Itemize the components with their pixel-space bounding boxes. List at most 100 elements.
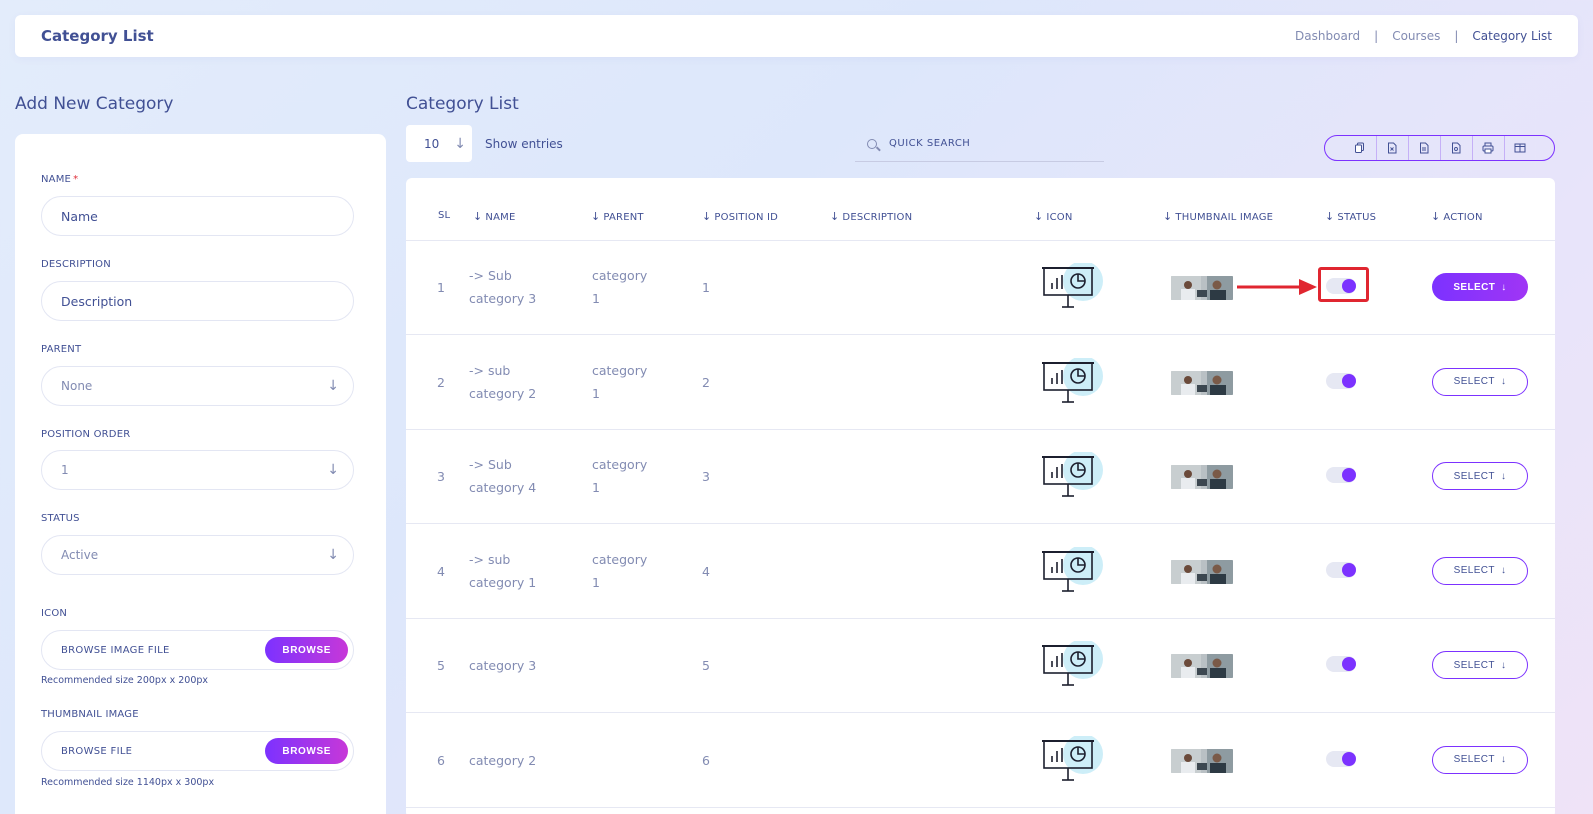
select-label: SELECT — [1453, 565, 1495, 576]
row-parent-line2: 1 — [592, 385, 600, 401]
thumbnail-file-input[interactable]: BROWSE FILE BROWSE — [41, 731, 354, 771]
sort-arrow-icon: ↓ — [1034, 210, 1044, 223]
row-name-line1: category 2 — [469, 752, 537, 768]
thumbnail-file-text: BROWSE FILE — [61, 745, 133, 757]
status-toggle[interactable] — [1326, 656, 1356, 672]
row-parent-line2: 1 — [592, 291, 600, 306]
thumbnail-image — [1171, 276, 1233, 300]
csv-icon[interactable] — [1407, 136, 1440, 160]
row-parent-line1: category — [592, 457, 648, 472]
add-category-heading: Add New Category — [15, 94, 174, 114]
thumbnail-image — [1171, 370, 1233, 395]
column-description[interactable]: ↓ DESCRIPTION — [830, 210, 912, 223]
entries-value: 10 — [424, 136, 440, 151]
status-toggle[interactable] — [1326, 372, 1356, 389]
thumbnail-image — [1171, 465, 1233, 489]
row-sl: 3 — [437, 469, 445, 484]
row-position-id: 2 — [702, 374, 710, 390]
thumbnail-image — [1171, 559, 1233, 584]
column-icon[interactable]: ↓ ICON — [1034, 210, 1073, 223]
chevron-down-icon: ↓ — [327, 462, 339, 478]
pdf-icon[interactable] — [1439, 136, 1472, 160]
row-sl: 5 — [437, 658, 445, 673]
excel-icon[interactable] — [1375, 136, 1408, 160]
column-thumbnail-image[interactable]: ↓ THUMBNAIL IMAGE — [1163, 210, 1273, 223]
icon-browse-button[interactable]: BROWSE — [265, 637, 348, 663]
breadcrumb-dashboard[interactable]: Dashboard — [1295, 29, 1360, 43]
row-position-id: 1 — [702, 280, 710, 295]
column-name[interactable]: ↓ NAME — [473, 210, 516, 223]
select-action-button[interactable]: SELECT ↓ — [1432, 556, 1528, 585]
chevron-down-icon: ↓ — [1500, 376, 1507, 387]
row-parent-line2: 1 — [592, 574, 600, 590]
row-sl: 2 — [437, 374, 445, 390]
copy-icon[interactable] — [1344, 136, 1376, 160]
presentation-chart-icon — [1041, 261, 1103, 313]
columns-icon[interactable] — [1503, 136, 1536, 160]
export-buttons — [1324, 135, 1555, 161]
sort-arrow-icon: ↓ — [591, 210, 601, 223]
select-label: SELECT — [1453, 470, 1495, 482]
chevron-down-icon: ↓ — [454, 135, 466, 152]
show-entries-label: Show entries — [485, 137, 563, 151]
presentation-chart-icon — [1041, 639, 1103, 691]
row-name-line2: category 3 — [469, 291, 537, 306]
select-action-button[interactable]: SELECT ↓ — [1432, 273, 1528, 301]
name-label: NAME * — [41, 174, 79, 185]
search-placeholder: QUICK SEARCH — [889, 138, 971, 149]
toggle-knob — [1342, 657, 1356, 671]
select-action-button[interactable]: SELECT ↓ — [1432, 651, 1528, 679]
position-order-select[interactable]: 1 ↓ — [41, 450, 354, 490]
sort-arrow-icon: ↓ — [830, 210, 840, 223]
presentation-chart-icon — [1041, 733, 1103, 786]
toggle-knob — [1342, 468, 1356, 482]
status-toggle[interactable] — [1326, 467, 1356, 483]
select-action-button[interactable]: SELECT ↓ — [1432, 462, 1528, 490]
toggle-knob — [1342, 751, 1356, 766]
page-title: Category List — [41, 27, 154, 45]
status-toggle[interactable] — [1326, 561, 1356, 578]
parent-select[interactable]: None ↓ — [41, 366, 354, 406]
table-row: 4 -> sub category 1 category 1 4 SELECT ↓ — [406, 525, 1555, 619]
print-icon[interactable] — [1471, 136, 1504, 160]
select-action-button[interactable]: SELECT ↓ — [1432, 745, 1528, 774]
thumbnail-browse-button[interactable]: BROWSE — [265, 738, 348, 764]
table-header: SL ↓ NAME ↓ PARENT ↓ POSITION ID ↓ DESCRIPTI… — [406, 178, 1555, 241]
row-name-line1: category 3 — [469, 658, 537, 673]
column-sl[interactable]: SL — [438, 210, 450, 221]
row-position-id: 5 — [702, 658, 710, 673]
entries-per-page-select[interactable]: 10 ↓ — [406, 125, 472, 162]
position-order-label: POSITION ORDER — [41, 429, 131, 440]
select-label: SELECT — [1453, 659, 1495, 671]
status-toggle[interactable] — [1326, 750, 1356, 767]
presentation-chart-icon — [1041, 450, 1103, 502]
icon-file-text: BROWSE IMAGE FILE — [61, 644, 170, 656]
row-name-line1: -> sub — [469, 362, 511, 378]
add-category-form: NAME * Name DESCRIPTION Description PAREN… — [15, 134, 386, 814]
column-parent[interactable]: ↓ PARENT — [591, 210, 644, 223]
name-input[interactable]: Name — [41, 196, 354, 236]
breadcrumb-separator: | — [1374, 29, 1379, 43]
row-name-line1: -> Sub — [469, 268, 512, 283]
column-action[interactable]: ↓ ACTION — [1431, 210, 1483, 223]
row-position-id: 3 — [702, 469, 710, 484]
chevron-down-icon: ↓ — [1500, 659, 1507, 671]
sort-arrow-icon: ↓ — [1431, 210, 1441, 223]
column-status[interactable]: ↓ STATUS — [1325, 210, 1376, 223]
column-position-id[interactable]: ↓ POSITION ID — [702, 210, 778, 223]
description-input[interactable]: Description — [41, 281, 354, 321]
breadcrumb-courses[interactable]: Courses — [1392, 29, 1440, 43]
breadcrumb: Dashboard | Courses | Category List — [1295, 29, 1552, 43]
table-row: 6 category 2 6 SELECT ↓ — [406, 714, 1555, 808]
status-select[interactable]: Active ↓ — [41, 535, 354, 575]
select-action-button[interactable]: SELECT ↓ — [1432, 367, 1528, 396]
chevron-down-icon: ↓ — [1500, 565, 1507, 576]
icon-file-input[interactable]: BROWSE IMAGE FILE BROWSE — [41, 630, 354, 670]
quick-search-input[interactable]: QUICK SEARCH — [855, 126, 1104, 162]
chevron-down-icon: ↓ — [1500, 470, 1507, 482]
sort-arrow-icon: ↓ — [1325, 210, 1335, 223]
table-row: 5 category 3 5 SELECT ↓ — [406, 619, 1555, 713]
chevron-down-icon: ↓ — [327, 378, 339, 394]
row-sl: 6 — [437, 752, 445, 768]
category-list-heading: Category List — [406, 94, 519, 114]
